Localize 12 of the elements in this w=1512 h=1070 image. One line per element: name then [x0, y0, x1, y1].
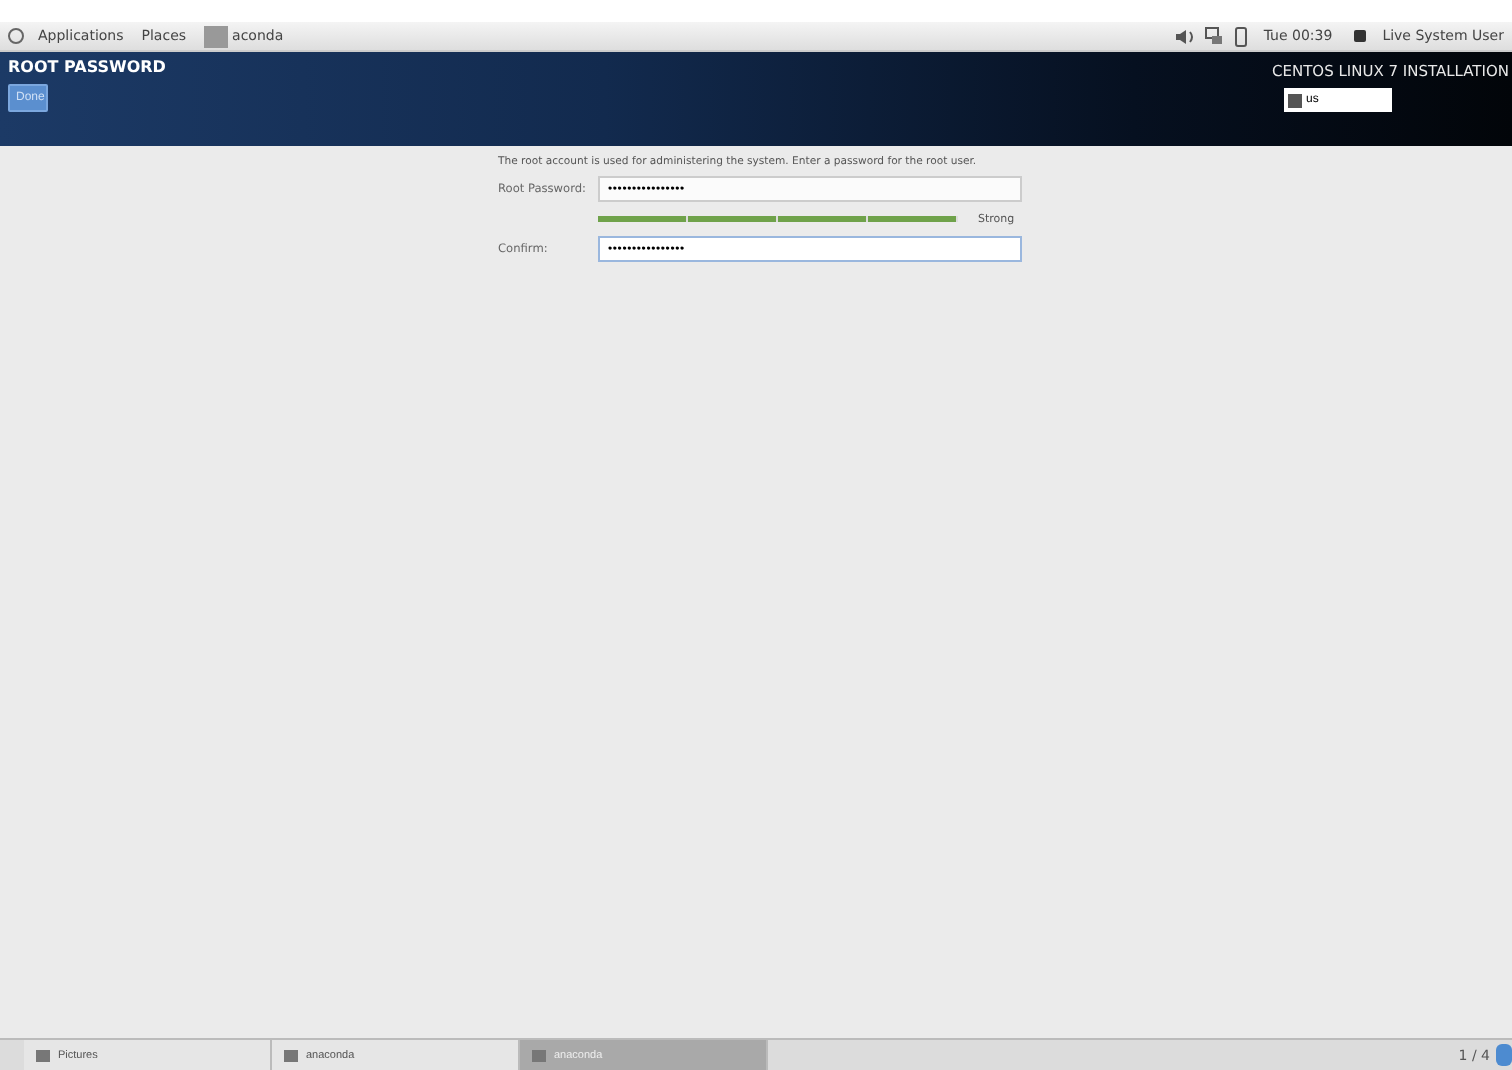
user-icon: [1354, 30, 1367, 42]
window-icon: [204, 25, 229, 47]
workspace-icon[interactable]: [1496, 1044, 1512, 1066]
window-icon: [284, 1049, 298, 1061]
network-icon[interactable]: [1203, 26, 1224, 46]
speaker-icon[interactable]: [1173, 27, 1194, 45]
battery-icon[interactable]: [1233, 25, 1248, 47]
page-title: ROOT PASSWORD: [8, 58, 166, 76]
keyboard-icon: [1288, 93, 1302, 107]
window-icon: [36, 1049, 50, 1061]
apps-icon[interactable]: [8, 28, 24, 44]
window-icon: [532, 1049, 546, 1061]
